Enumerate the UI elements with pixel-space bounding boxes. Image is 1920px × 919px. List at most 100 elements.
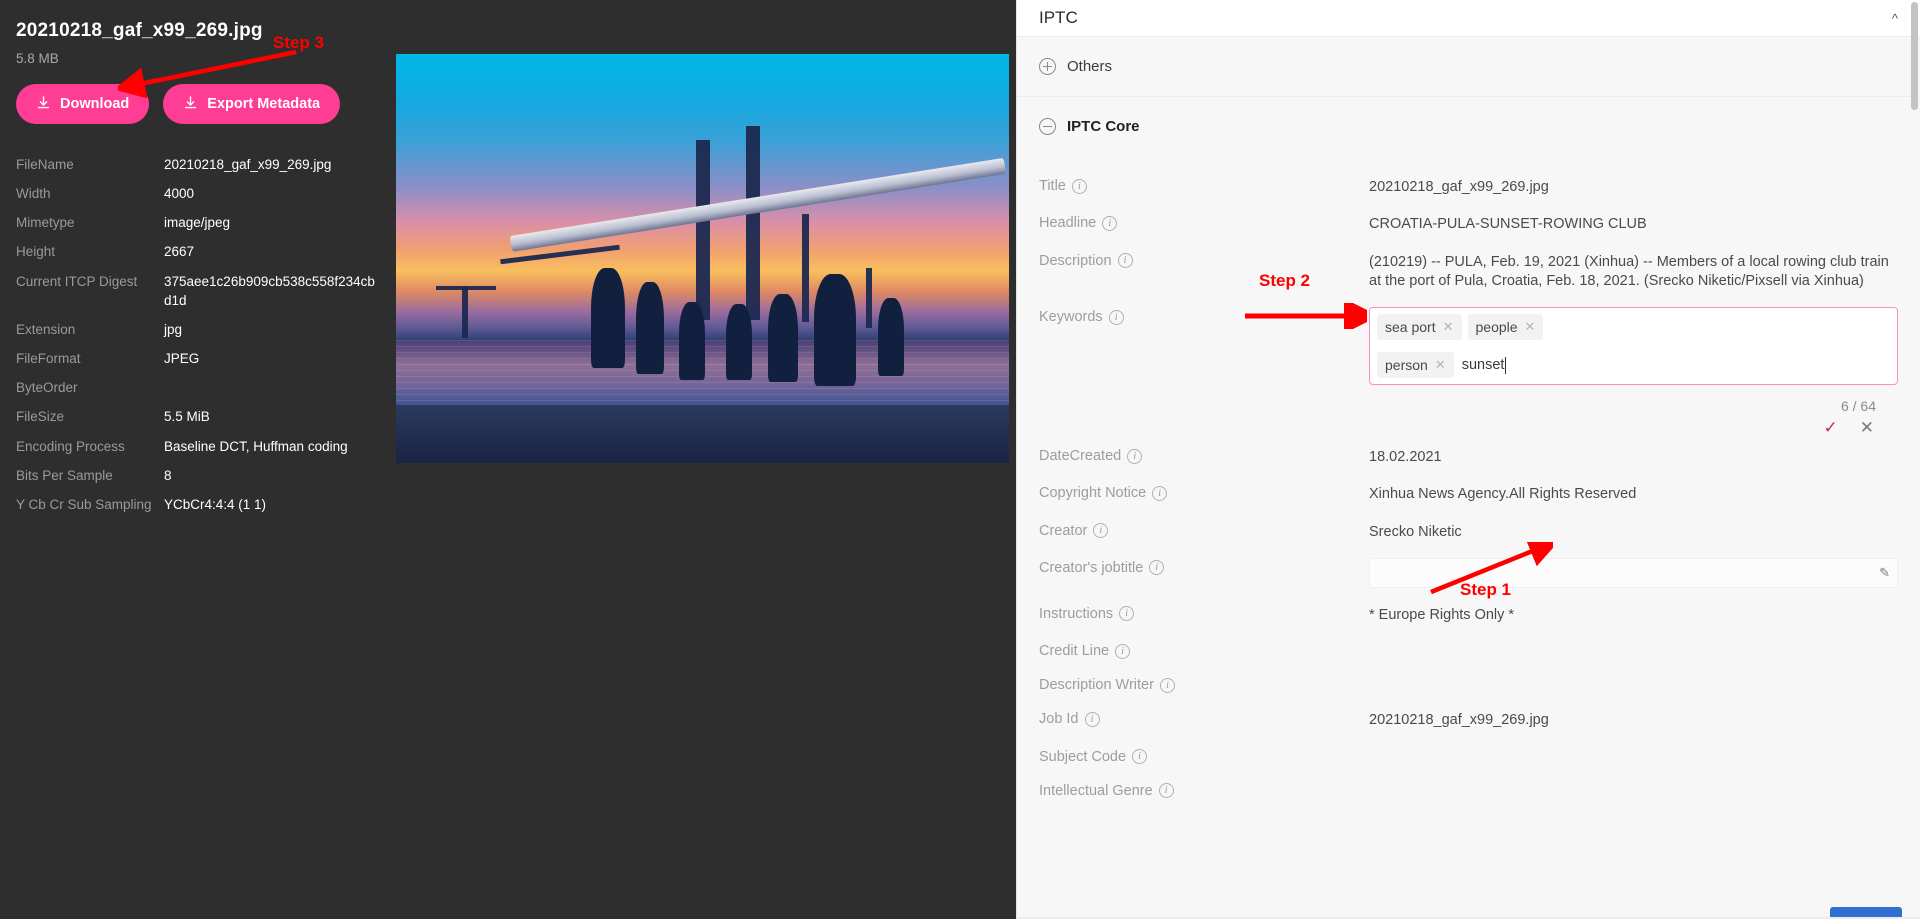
iptc-panel-header: IPTC ^ bbox=[1017, 0, 1920, 36]
field-value[interactable]: Xinhua News Agency.All Rights Reserved bbox=[1369, 483, 1898, 504]
metadata-editor-app: 20210218_gaf_x99_269.jpg 5.8 MB Download bbox=[0, 0, 1920, 919]
field-label: Titlei bbox=[1039, 176, 1251, 194]
download-button-label: Download bbox=[60, 96, 129, 112]
section-others[interactable]: Others bbox=[1017, 36, 1920, 96]
keyword-typed-value: sunset bbox=[1462, 357, 1505, 373]
keyword-tag-label: sea port bbox=[1385, 319, 1436, 335]
field-label: Creator i bbox=[1039, 521, 1251, 539]
pencil-icon[interactable]: ✎ bbox=[1879, 565, 1890, 581]
table-row: FileSize5.5 MiB bbox=[16, 402, 380, 431]
figure-2 bbox=[636, 282, 664, 374]
keyword-tag[interactable]: person ✕ bbox=[1377, 352, 1454, 378]
field-label-text: Creator's jobtitle bbox=[1039, 560, 1143, 576]
field-value[interactable]: Srecko Niketic bbox=[1369, 521, 1898, 542]
keywords-tag-input[interactable]: sea port✕people✕person✕sunset bbox=[1369, 307, 1898, 385]
metadata-value: 8 bbox=[164, 461, 380, 490]
field-label: Creator's jobtitle i bbox=[1039, 558, 1251, 576]
export-metadata-button-label: Export Metadata bbox=[207, 96, 320, 112]
step-3-arrow bbox=[118, 48, 308, 98]
metadata-key: Width bbox=[16, 179, 164, 208]
field-row: Titlei 20210218_gaf_x99_269.jpg bbox=[1039, 168, 1898, 205]
table-row: FileFormatJPEG bbox=[16, 344, 380, 373]
crane-tower-left bbox=[696, 140, 710, 320]
section-others-label: Others bbox=[1067, 58, 1112, 75]
close-icon[interactable]: ✕ bbox=[1860, 418, 1874, 438]
table-row: Current ITCP Digest375aee1c26b909cb538c5… bbox=[16, 267, 380, 315]
field-value[interactable] bbox=[1369, 641, 1898, 659]
info-icon[interactable]: i bbox=[1152, 486, 1167, 501]
section-iptc-core[interactable]: IPTC Core bbox=[1017, 96, 1920, 156]
field-row: Credit Linei bbox=[1039, 633, 1898, 667]
figure-6 bbox=[814, 274, 856, 386]
crane-column-a bbox=[462, 286, 468, 338]
field-value[interactable]: 20210218_gaf_x99_269.jpg bbox=[1369, 709, 1898, 730]
field-label: Subject Codei bbox=[1039, 747, 1251, 765]
metadata-key: Extension bbox=[16, 315, 164, 344]
field-value[interactable]: * Europe Rights Only * bbox=[1369, 604, 1898, 625]
crane-column-b bbox=[866, 268, 872, 328]
info-icon[interactable]: i bbox=[1149, 560, 1164, 575]
field-value[interactable]: CROATIA-PULA-SUNSET-ROWING CLUB bbox=[1369, 213, 1898, 234]
image-preview[interactable] bbox=[396, 54, 1009, 463]
field-label-text: Title bbox=[1039, 178, 1066, 194]
keyword-confirm-row: ✓✕ bbox=[1039, 414, 1898, 438]
page-title: 20210218_gaf_x99_269.jpg bbox=[16, 20, 380, 42]
close-icon[interactable]: ✕ bbox=[1435, 357, 1446, 373]
field-value[interactable]: (210219) -- PULA, Feb. 19, 2021 (Xinhua)… bbox=[1369, 251, 1898, 292]
field-row: Subject Codei bbox=[1039, 739, 1898, 773]
metadata-key: FileSize bbox=[16, 402, 164, 431]
field-row: Description i (210219) -- PULA, Feb. 19, 2… bbox=[1039, 243, 1898, 300]
info-icon[interactable]: i bbox=[1093, 523, 1108, 538]
field-label-text: Creator bbox=[1039, 523, 1087, 539]
metadata-value: image/jpeg bbox=[164, 208, 380, 237]
keyword-tag-label: person bbox=[1385, 357, 1428, 373]
info-icon[interactable]: i bbox=[1159, 783, 1174, 798]
metadata-value: 4000 bbox=[164, 179, 380, 208]
close-icon[interactable]: ✕ bbox=[1443, 319, 1454, 335]
info-icon[interactable]: i bbox=[1109, 310, 1124, 325]
metadata-value: 5.5 MiB bbox=[164, 402, 380, 431]
field-label-text: Description bbox=[1039, 253, 1112, 269]
figure-4 bbox=[726, 304, 752, 380]
crane-mast bbox=[802, 214, 809, 322]
table-row: Extensionjpg bbox=[16, 315, 380, 344]
field-value[interactable]: 20210218_gaf_x99_269.jpg bbox=[1369, 176, 1898, 197]
keyword-tag[interactable]: people✕ bbox=[1468, 314, 1544, 340]
info-icon[interactable]: i bbox=[1127, 449, 1142, 464]
field-row: KeywordsiStep 2sea port✕people✕person✕su… bbox=[1039, 299, 1898, 393]
figure-3 bbox=[679, 302, 705, 380]
info-icon[interactable]: i bbox=[1118, 253, 1133, 268]
chevron-up-icon[interactable]: ^ bbox=[1892, 11, 1898, 26]
info-icon[interactable]: i bbox=[1115, 644, 1130, 659]
field-row: Job Idi 20210218_gaf_x99_269.jpg bbox=[1039, 701, 1898, 738]
field-value[interactable] bbox=[1369, 781, 1898, 799]
metadata-value: 375aee1c26b909cb538c558f234cbd1d bbox=[164, 267, 380, 315]
keyword-text-entry[interactable]: sunset bbox=[1460, 352, 1509, 378]
field-label: Copyright Noticei bbox=[1039, 483, 1251, 501]
info-icon[interactable]: i bbox=[1085, 712, 1100, 727]
table-row: ByteOrder bbox=[16, 373, 380, 402]
metadata-value: YCbCr4:4:4 (1 1) bbox=[164, 490, 380, 519]
file-details-panel: 20210218_gaf_x99_269.jpg 5.8 MB Download bbox=[0, 0, 1016, 919]
field-value[interactable]: 18.02.2021 bbox=[1369, 446, 1898, 467]
iptc-panel-title: IPTC bbox=[1039, 8, 1078, 28]
info-icon[interactable]: i bbox=[1119, 606, 1134, 621]
field-label: Instructions i bbox=[1039, 604, 1251, 622]
check-icon[interactable]: ✓ bbox=[1824, 418, 1838, 438]
info-icon[interactable]: i bbox=[1072, 179, 1087, 194]
expand-plus-icon bbox=[1039, 58, 1056, 75]
field-label: Job Idi bbox=[1039, 709, 1251, 727]
field-label: Description Writeri bbox=[1039, 675, 1251, 693]
metadata-key: FileFormat bbox=[16, 344, 164, 373]
field-label-text: Instructions bbox=[1039, 606, 1113, 622]
info-icon[interactable]: i bbox=[1160, 678, 1175, 693]
keyword-tag[interactable]: sea port ✕ bbox=[1377, 314, 1462, 340]
info-icon[interactable]: i bbox=[1102, 216, 1117, 231]
field-value[interactable] bbox=[1369, 747, 1898, 765]
metadata-key: Mimetype bbox=[16, 208, 164, 237]
info-icon[interactable]: i bbox=[1132, 749, 1147, 764]
field-value[interactable] bbox=[1369, 675, 1898, 693]
panel-scrollbar[interactable] bbox=[1911, 2, 1918, 110]
close-icon[interactable]: ✕ bbox=[1525, 319, 1536, 335]
metadata-key: Encoding Process bbox=[16, 432, 164, 461]
